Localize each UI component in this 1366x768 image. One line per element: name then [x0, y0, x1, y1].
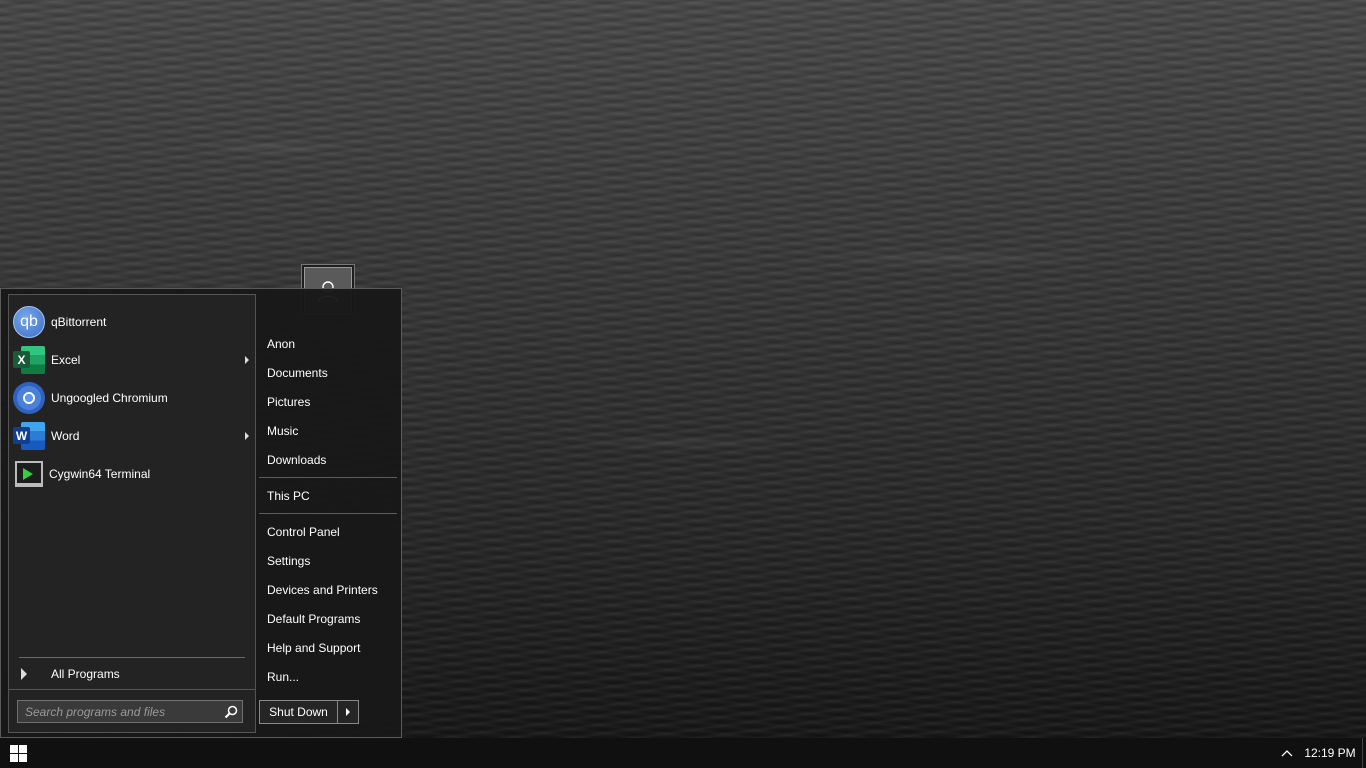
link-downloads[interactable]: Downloads	[259, 448, 397, 472]
link-label: Help and Support	[267, 641, 361, 655]
link-default-programs[interactable]: Default Programs	[259, 607, 397, 631]
start-button[interactable]	[0, 738, 36, 768]
pinned-item-word[interactable]: W Word	[13, 418, 251, 454]
divider	[259, 513, 397, 514]
link-label: Devices and Printers	[267, 583, 378, 597]
taskbar: 12:19 PM	[0, 738, 1366, 768]
link-label: Documents	[267, 366, 328, 380]
pinned-item-excel[interactable]: X Excel	[13, 342, 251, 378]
all-programs-button[interactable]: All Programs	[19, 663, 245, 685]
windows-logo-icon	[9, 744, 27, 762]
expand-arrow-icon	[21, 668, 27, 680]
shutdown-options-button[interactable]	[338, 701, 358, 723]
pinned-item-chromium[interactable]: Ungoogled Chromium	[13, 380, 251, 416]
chromium-icon	[13, 382, 45, 414]
pinned-item-cygwin[interactable]: Cygwin64 Terminal	[13, 456, 251, 492]
link-music[interactable]: Music	[259, 419, 397, 443]
shutdown-split-button: Shut Down	[259, 700, 359, 724]
link-run[interactable]: Run...	[259, 665, 397, 689]
divider	[259, 477, 397, 478]
divider	[19, 657, 245, 658]
pinned-item-label: Excel	[51, 353, 81, 367]
link-label: Music	[267, 424, 299, 438]
start-menu: qb qBittorrent X Excel Ungoogled Chromiu…	[0, 288, 402, 738]
link-label: Downloads	[267, 453, 327, 467]
search-box[interactable]	[17, 700, 243, 723]
link-label: Settings	[267, 554, 311, 568]
chevron-right-icon	[346, 708, 350, 716]
pinned-item-qbittorrent[interactable]: qb qBittorrent	[13, 304, 251, 340]
link-label: Pictures	[267, 395, 311, 409]
excel-icon: X	[13, 344, 45, 376]
link-control-panel[interactable]: Control Panel	[259, 520, 397, 544]
pinned-item-label: Ungoogled Chromium	[51, 391, 168, 405]
search-input[interactable]	[18, 701, 220, 722]
link-help-support[interactable]: Help and Support	[259, 636, 397, 660]
programs-pane: qb qBittorrent X Excel Ungoogled Chromiu…	[8, 294, 256, 733]
word-icon: W	[13, 420, 45, 452]
divider	[9, 689, 255, 690]
qbittorrent-icon: qb	[13, 306, 45, 338]
taskbar-clock[interactable]: 12:19 PM	[1300, 738, 1360, 768]
link-this-pc[interactable]: This PC	[259, 484, 397, 508]
link-label: Run...	[267, 670, 300, 684]
link-label: This PC	[267, 489, 310, 503]
link-label: Control Panel	[267, 525, 340, 539]
link-user-folder[interactable]: Anon	[259, 332, 397, 356]
all-programs-label: All Programs	[51, 667, 120, 681]
show-hidden-icons-button[interactable]	[1278, 745, 1296, 761]
link-documents[interactable]: Documents	[259, 361, 397, 385]
link-label: Default Programs	[267, 612, 361, 626]
terminal-icon	[15, 461, 43, 487]
shutdown-button[interactable]: Shut Down	[260, 701, 338, 723]
link-settings[interactable]: Settings	[259, 549, 397, 573]
pinned-item-label: Cygwin64 Terminal	[49, 467, 151, 481]
pinned-item-label: Word	[51, 429, 80, 443]
search-icon[interactable]	[220, 701, 242, 722]
show-desktop-button[interactable]	[1362, 738, 1366, 768]
chevron-up-icon	[1281, 750, 1293, 757]
link-pictures[interactable]: Pictures	[259, 390, 397, 414]
link-devices-printers[interactable]: Devices and Printers	[259, 578, 397, 602]
pinned-item-label: qBittorrent	[51, 315, 107, 329]
link-label: Anon	[267, 337, 296, 351]
submenu-arrow-icon[interactable]	[245, 356, 249, 364]
submenu-arrow-icon[interactable]	[245, 432, 249, 440]
